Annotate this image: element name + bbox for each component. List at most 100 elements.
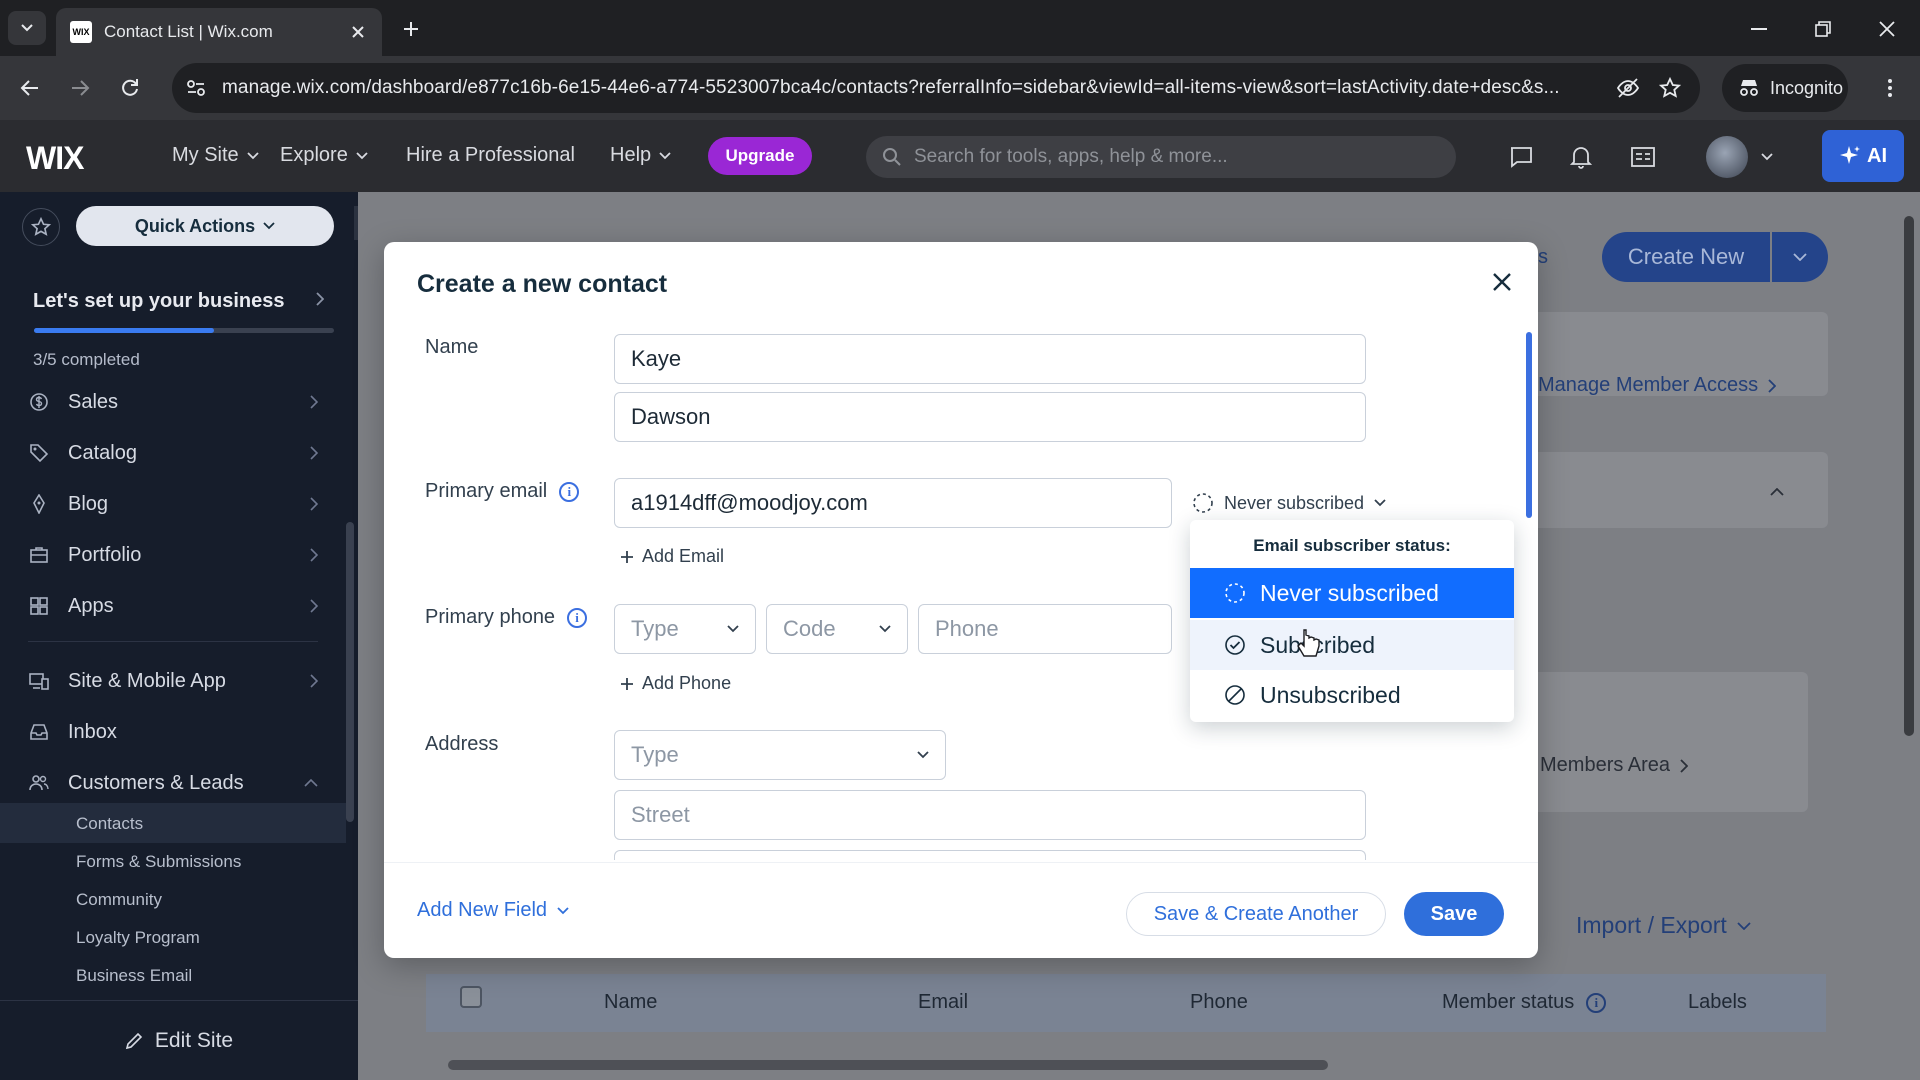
quick-actions-button[interactable]: Quick Actions <box>76 206 334 246</box>
column-header-labels[interactable]: Labels <box>1688 991 1747 1014</box>
phone-type-select[interactable]: Type <box>614 604 756 654</box>
chevron-right-icon <box>1768 378 1777 393</box>
info-icon[interactable]: i <box>1586 992 1607 1013</box>
sidebar-item-customers-leads[interactable]: Customers & Leads <box>28 763 318 803</box>
restore-button[interactable] <box>1808 14 1838 44</box>
forward-button[interactable] <box>64 72 96 104</box>
tab-search-button[interactable] <box>8 11 46 45</box>
sidebar-scrollbar[interactable] <box>346 522 354 822</box>
setup-business-title[interactable]: Let's set up your business <box>33 290 284 313</box>
primary-email-input[interactable]: a1914dff@moodjoy.com <box>614 478 1172 528</box>
address-bar[interactable]: manage.wix.com/dashboard/e877c16b-6e15-4… <box>172 63 1700 113</box>
setup-progress-fill <box>34 328 214 333</box>
sidebar-subitem-contacts[interactable]: Contacts <box>76 814 143 834</box>
sidebar-item-catalog[interactable]: Catalog <box>28 433 318 473</box>
favorites-star-icon[interactable] <box>22 208 60 246</box>
select-all-checkbox[interactable] <box>460 986 482 1008</box>
chevron-down-icon[interactable] <box>1752 142 1782 172</box>
sidebar-item-apps[interactable]: Apps <box>28 586 318 626</box>
modal-scrollbar[interactable] <box>1526 332 1532 518</box>
browser-tab[interactable]: WIX Contact List | Wix.com <box>56 8 382 56</box>
dashboard-search-input[interactable]: Search for tools, apps, help & more... <box>866 136 1456 178</box>
my-site-menu[interactable]: My Site <box>172 144 259 167</box>
edit-site-button[interactable]: Edit Site <box>0 1000 358 1080</box>
close-modal-button[interactable] <box>1486 266 1518 298</box>
create-new-dropdown[interactable] <box>1772 232 1828 282</box>
column-header-phone[interactable]: Phone <box>1190 991 1248 1014</box>
save-and-create-another-button[interactable]: Save & Create Another <box>1126 892 1386 936</box>
add-email-button[interactable]: Add Email <box>620 546 724 567</box>
site-settings-icon[interactable] <box>186 79 206 97</box>
sidebar-item-site-mobile-app[interactable]: Site & Mobile App <box>28 661 318 701</box>
sidebar-item-inbox[interactable]: Inbox <box>28 712 318 752</box>
help-menu[interactable]: Help <box>610 144 671 167</box>
first-name-input[interactable]: Kaye <box>614 334 1366 384</box>
primary-phone-label-text: Primary phone <box>425 606 556 628</box>
street-input[interactable]: Street <box>614 790 1366 840</box>
next-address-input[interactable] <box>614 850 1366 860</box>
import-export-button[interactable]: Import / Export <box>1576 912 1751 939</box>
close-window-button[interactable] <box>1872 14 1902 44</box>
inbox-icon <box>28 721 50 743</box>
chat-icon[interactable] <box>1506 142 1536 172</box>
minimize-button[interactable] <box>1744 14 1774 44</box>
sidebar-subitem-community[interactable]: Community <box>76 890 162 910</box>
reload-button[interactable] <box>114 72 146 104</box>
hire-professional-link[interactable]: Hire a Professional <box>406 144 575 167</box>
column-header-name[interactable]: Name <box>604 991 657 1014</box>
column-header-email[interactable]: Email <box>918 991 968 1014</box>
sidebar-subitem-business-email[interactable]: Business Email <box>76 966 192 986</box>
sidebar-item-blog[interactable]: Blog <box>28 484 318 524</box>
sidebar-item-portfolio[interactable]: Portfolio <box>28 535 318 575</box>
address-type-select[interactable]: Type <box>614 730 946 780</box>
sidebar-item-sales[interactable]: Sales <box>28 382 318 422</box>
save-button[interactable]: Save <box>1404 892 1504 936</box>
page-vertical-scrollbar[interactable] <box>1904 216 1914 736</box>
back-button[interactable] <box>14 72 46 104</box>
create-new-button[interactable]: Create New <box>1602 232 1770 282</box>
sidebar-subitem-forms[interactable]: Forms & Submissions <box>76 852 241 872</box>
subscriber-status-dropdown[interactable]: Never subscribed <box>1192 492 1386 514</box>
upgrade-button[interactable]: Upgrade <box>708 137 812 175</box>
modal-title: Create a new contact <box>417 270 668 298</box>
browser-menu-button[interactable] <box>1874 72 1906 104</box>
info-icon[interactable]: i <box>559 481 580 502</box>
table-horizontal-scrollbar[interactable] <box>448 1060 1328 1070</box>
quick-actions-label: Quick Actions <box>134 215 256 236</box>
chevron-right-icon[interactable] <box>316 292 324 306</box>
option-never-subscribed[interactable]: Never subscribed <box>1190 568 1514 618</box>
notifications-bell-icon[interactable] <box>1566 142 1596 172</box>
bookmark-star-icon[interactable] <box>1654 72 1686 104</box>
last-name-input[interactable]: Dawson <box>614 392 1366 442</box>
help-label: Help <box>610 144 652 166</box>
close-tab-icon[interactable] <box>348 22 368 42</box>
browser-toolbar: manage.wix.com/dashboard/e877c16b-6e15-4… <box>0 56 1920 120</box>
sidebar-subitem-loyalty[interactable]: Loyalty Program <box>76 928 200 948</box>
members-area-link[interactable]: Members Area <box>1540 754 1689 777</box>
modal-footer-divider <box>384 862 1538 863</box>
tag-icon <box>28 442 50 464</box>
option-unsubscribed[interactable]: Unsubscribed <box>1190 670 1514 720</box>
site-preview-icon[interactable] <box>1628 142 1658 172</box>
incognito-icon <box>1738 79 1760 97</box>
user-avatar[interactable] <box>1706 136 1748 178</box>
eye-off-icon[interactable] <box>1612 72 1644 104</box>
option-subscribed[interactable]: Subscribed <box>1190 620 1514 670</box>
wix-logo[interactable]: WIX <box>26 140 84 177</box>
chevron-right-icon <box>310 674 318 688</box>
column-header-member-status[interactable]: Member status i <box>1442 991 1607 1014</box>
phone-code-select[interactable]: Code <box>766 604 908 654</box>
new-tab-button[interactable] <box>396 14 426 44</box>
hire-label: Hire a Professional <box>406 144 575 166</box>
partial-link[interactable]: s <box>1538 246 1548 269</box>
explore-menu[interactable]: Explore <box>280 144 368 167</box>
chevron-up-icon[interactable] <box>1770 488 1784 496</box>
address-label: Address <box>425 733 499 755</box>
info-icon[interactable]: i <box>567 607 588 628</box>
add-new-field-button[interactable]: Add New Field <box>417 899 569 922</box>
incognito-indicator[interactable]: Incognito <box>1722 64 1848 112</box>
add-phone-button[interactable]: Add Phone <box>620 673 731 694</box>
phone-input[interactable]: Phone <box>918 604 1172 654</box>
ai-assistant-button[interactable]: AI <box>1822 130 1904 182</box>
manage-member-access-link[interactable]: Manage Member Access <box>1538 374 1777 397</box>
